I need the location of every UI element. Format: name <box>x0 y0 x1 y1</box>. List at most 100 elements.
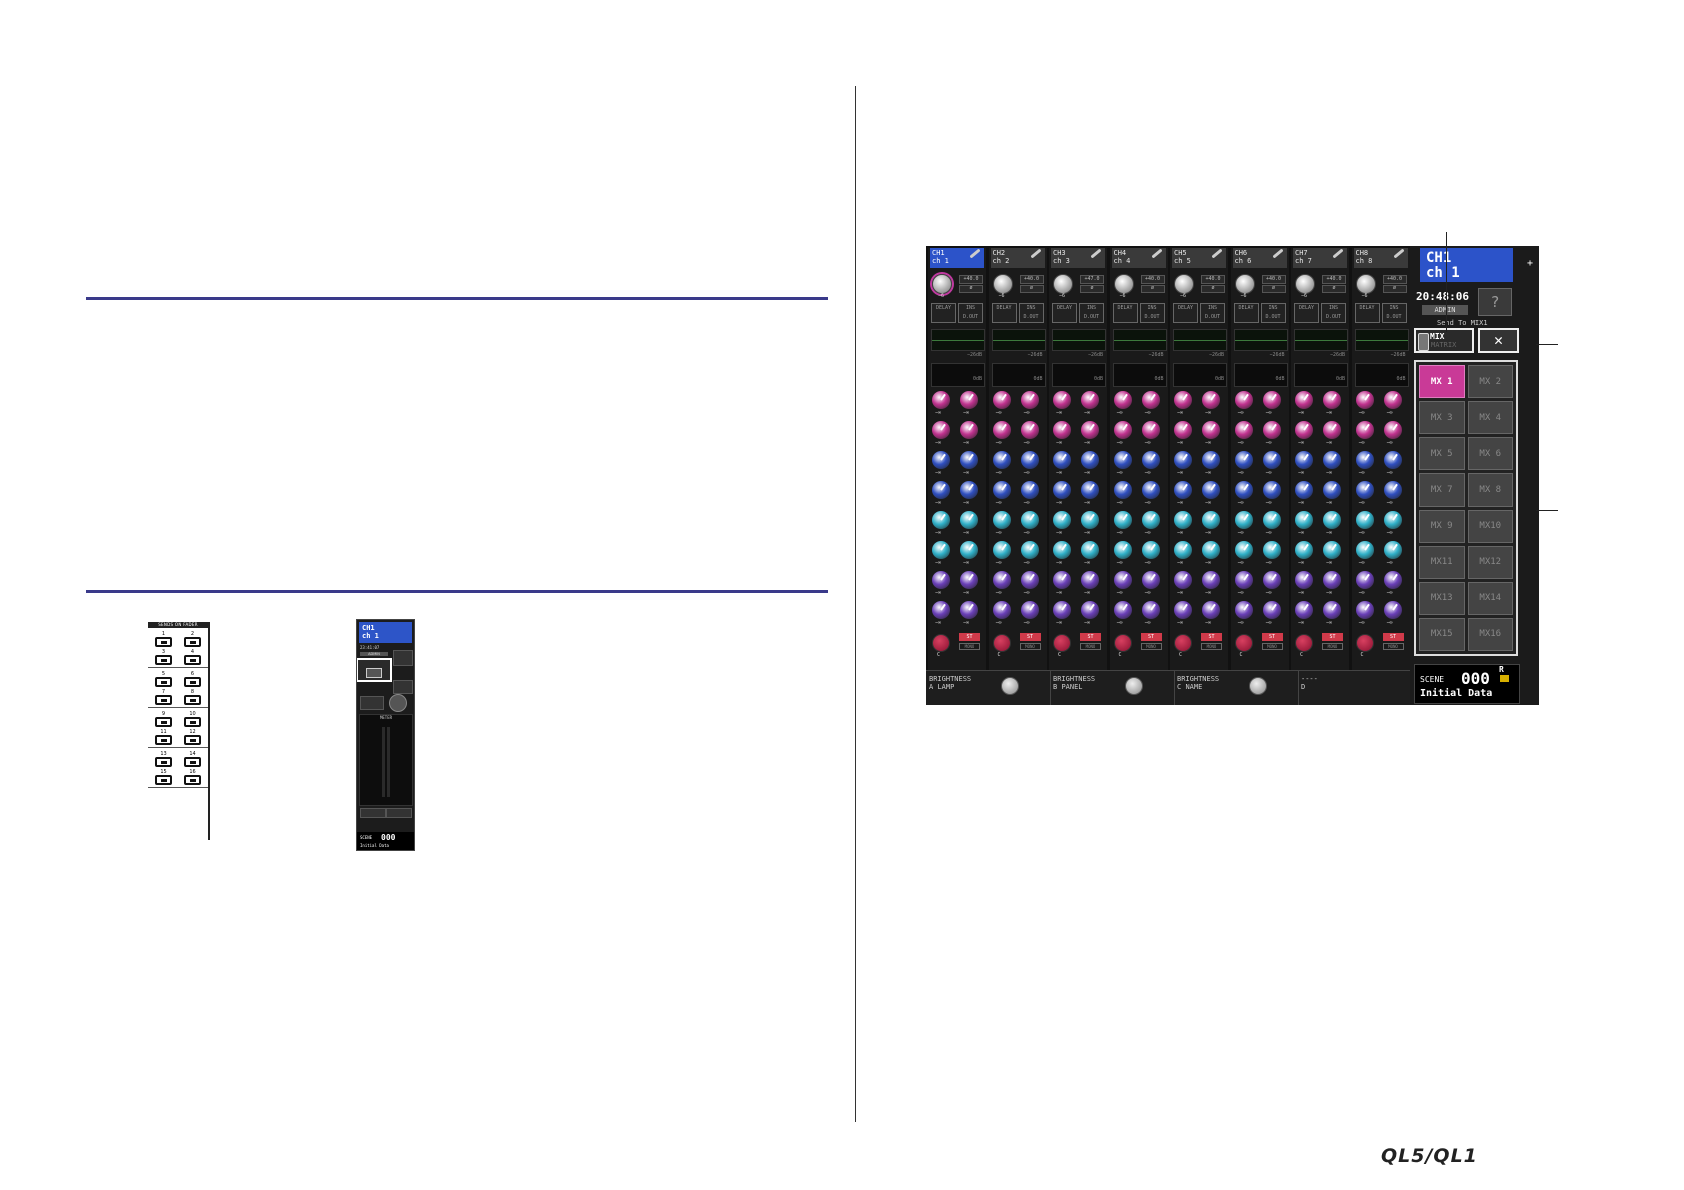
send-level-knob[interactable] <box>1202 571 1220 589</box>
send-level-knob[interactable] <box>1262 451 1281 469</box>
sof-button[interactable]: 16 <box>181 769 204 785</box>
send-level-knob[interactable] <box>1202 511 1220 529</box>
channel-name-button[interactable]: CH3 ch 3 <box>1051 248 1105 268</box>
send-level-knob[interactable] <box>1323 391 1341 409</box>
send-level-knob[interactable] <box>1355 451 1374 469</box>
send-level-knob[interactable] <box>1234 481 1253 499</box>
send-level-knob[interactable] <box>1174 391 1192 409</box>
sof-button[interactable]: 3 <box>152 649 175 665</box>
phase-button[interactable]: ø <box>1201 285 1225 293</box>
sof-button[interactable]: 6 <box>181 671 204 687</box>
send-level-knob[interactable] <box>1113 601 1132 619</box>
send-level-knob[interactable] <box>1383 601 1402 619</box>
send-level-knob[interactable] <box>1020 391 1039 409</box>
sof-button[interactable]: 14 <box>181 751 204 767</box>
send-level-knob[interactable] <box>1355 481 1374 499</box>
insert-dout-button[interactable]: INS D.OUT <box>1260 303 1286 323</box>
send-level-knob[interactable] <box>1053 451 1071 469</box>
gain-knob[interactable] <box>1295 274 1315 294</box>
send-level-knob[interactable] <box>1020 481 1039 499</box>
strip-aux-button-3[interactable] <box>360 696 384 710</box>
dynamics-graph[interactable] <box>1294 363 1348 387</box>
send-level-knob[interactable] <box>1081 391 1099 409</box>
send-level-knob[interactable] <box>992 481 1011 499</box>
gain-knob[interactable] <box>1174 274 1194 294</box>
send-level-knob[interactable] <box>960 571 978 589</box>
strip-channel-header[interactable]: CH1 ch 1 <box>359 622 412 643</box>
mix-select-button[interactable]: MX 1 <box>1419 365 1465 399</box>
mono-button[interactable]: MONO <box>959 643 980 650</box>
pan-knob[interactable] <box>1113 634 1132 652</box>
send-level-knob[interactable] <box>1141 451 1160 469</box>
send-level-knob[interactable] <box>1323 481 1341 499</box>
strip-sends-on-fader-button-highlight[interactable] <box>357 658 392 682</box>
channel-name-button[interactable]: CH7 ch 7 <box>1293 248 1347 268</box>
encoder-b[interactable]: BRIGHTNESS B PANEL <box>1050 671 1175 705</box>
eq-graph[interactable] <box>931 329 985 351</box>
send-level-knob[interactable] <box>1174 601 1192 619</box>
mix-select-button[interactable]: MX15 <box>1419 617 1465 651</box>
send-level-knob[interactable] <box>1053 541 1071 559</box>
gain-knob[interactable] <box>1053 274 1073 294</box>
key-button-icon[interactable] <box>155 637 172 647</box>
send-level-knob[interactable] <box>932 421 950 439</box>
mix-matrix-toggle[interactable]: MIX MATRIX <box>1414 328 1474 353</box>
send-level-knob[interactable] <box>1234 391 1253 409</box>
send-level-knob[interactable] <box>1323 511 1341 529</box>
delay-button[interactable]: DELAY <box>991 303 1017 323</box>
send-level-knob[interactable] <box>932 451 950 469</box>
channel-name-button[interactable]: CH2 ch 2 <box>990 248 1045 268</box>
send-level-knob[interactable] <box>1141 541 1160 559</box>
sof-button[interactable]: 2 <box>181 631 204 647</box>
send-level-knob[interactable] <box>1081 451 1099 469</box>
send-level-knob[interactable] <box>1234 451 1253 469</box>
channel-name-button[interactable]: CH6 ch 6 <box>1232 248 1287 268</box>
key-button-icon[interactable] <box>184 735 201 745</box>
delay-button[interactable]: DELAY <box>1112 303 1138 323</box>
eq-graph[interactable] <box>1294 329 1348 351</box>
send-level-knob[interactable] <box>1262 391 1281 409</box>
mix-select-button[interactable]: MX 7 <box>1419 473 1465 507</box>
mono-button[interactable]: MONO <box>1261 643 1283 650</box>
send-level-knob[interactable] <box>960 541 978 559</box>
send-level-knob[interactable] <box>1113 421 1132 439</box>
send-level-knob[interactable] <box>1202 601 1220 619</box>
key-button-icon[interactable] <box>155 677 172 687</box>
send-level-knob[interactable] <box>960 601 978 619</box>
sof-button[interactable]: 12 <box>181 729 204 745</box>
send-level-knob[interactable] <box>1113 541 1132 559</box>
eq-graph[interactable] <box>1354 329 1409 351</box>
send-level-knob[interactable] <box>960 421 978 439</box>
send-level-knob[interactable] <box>1262 421 1281 439</box>
dynamics-graph[interactable] <box>931 363 985 387</box>
send-level-knob[interactable] <box>992 601 1011 619</box>
send-level-knob[interactable] <box>1355 511 1374 529</box>
send-level-knob[interactable] <box>1053 421 1071 439</box>
mono-button[interactable]: MONO <box>1019 643 1041 650</box>
send-level-knob[interactable] <box>1020 541 1039 559</box>
mix-select-button[interactable]: MX 6 <box>1467 437 1513 471</box>
send-level-knob[interactable] <box>1383 541 1402 559</box>
send-level-knob[interactable] <box>960 511 978 529</box>
send-level-knob[interactable] <box>932 571 950 589</box>
mix-select-button[interactable]: MX12 <box>1467 545 1513 579</box>
channel-name-button[interactable]: CH8 ch 8 <box>1353 248 1408 268</box>
gain-knob[interactable] <box>1234 274 1255 294</box>
encoder-d[interactable]: ---- D <box>1298 671 1411 705</box>
key-button-icon[interactable] <box>155 757 172 767</box>
insert-dout-button[interactable]: INS D.OUT <box>1200 303 1225 323</box>
sof-button[interactable]: 13 <box>152 751 175 767</box>
st-button[interactable]: ST <box>1140 633 1162 641</box>
encoder-c-knob-icon[interactable] <box>1249 677 1267 695</box>
channel-name-button[interactable]: CH4 ch 4 <box>1111 248 1166 268</box>
delay-button[interactable]: DELAY <box>1294 303 1319 323</box>
send-level-knob[interactable] <box>1262 481 1281 499</box>
phase-button[interactable]: ø <box>1322 285 1346 293</box>
gain-knob[interactable] <box>992 274 1013 294</box>
pan-knob[interactable] <box>1234 634 1253 652</box>
pan-knob[interactable] <box>1355 634 1374 652</box>
send-level-knob[interactable] <box>1174 451 1192 469</box>
encoder-b-knob-icon[interactable] <box>1125 677 1143 695</box>
send-level-knob[interactable] <box>932 511 950 529</box>
send-level-knob[interactable] <box>992 451 1011 469</box>
